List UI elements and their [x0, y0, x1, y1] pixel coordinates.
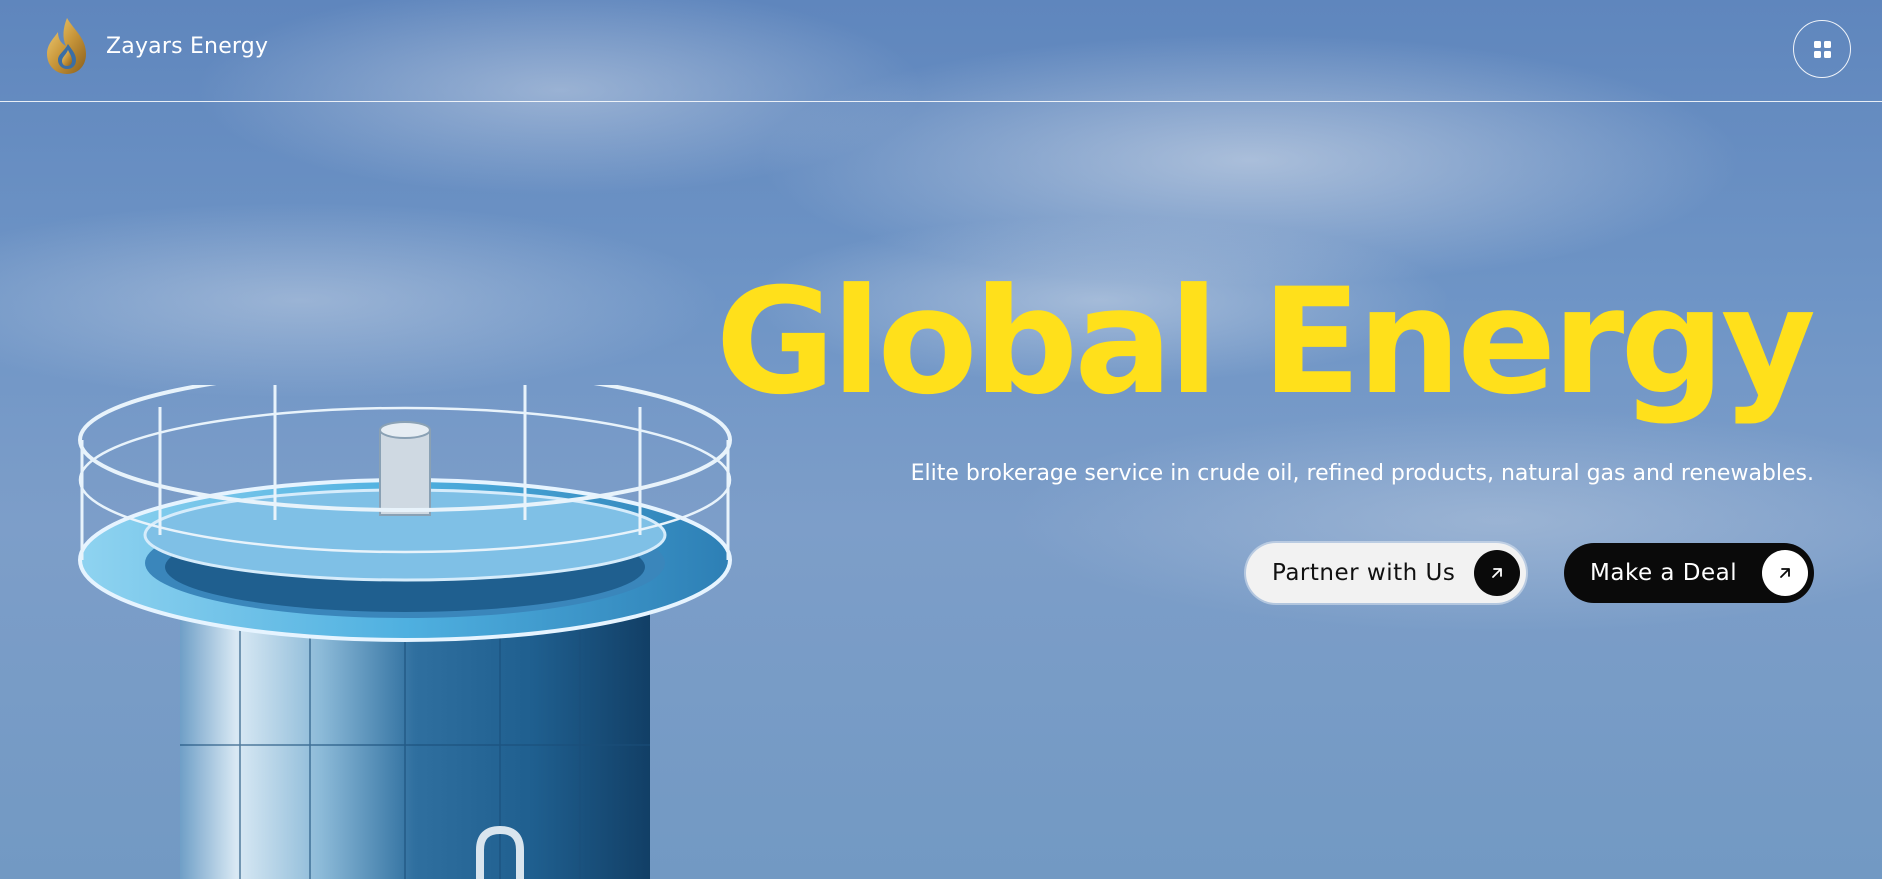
storage-tower-image [78, 385, 732, 879]
partner-with-us-button[interactable]: Partner with Us [1246, 543, 1526, 603]
flame-logo-icon [47, 18, 86, 74]
arrow-up-right-icon [1762, 550, 1808, 596]
make-a-deal-button[interactable]: Make a Deal [1564, 543, 1814, 603]
brand-name: Zayars Energy [106, 33, 269, 59]
arrow-up-right-icon [1474, 550, 1520, 596]
hero-headline: Global Energy [715, 257, 1816, 427]
site-header: Zayars Energy [0, 0, 1882, 102]
grid-menu-icon [1813, 40, 1831, 58]
home-logo-link[interactable]: Zayars Energy [42, 16, 268, 76]
menu-button[interactable] [1793, 20, 1851, 78]
deal-button-label: Make a Deal [1590, 560, 1738, 586]
partner-button-label: Partner with Us [1272, 560, 1456, 586]
hero-section: Zayars Energy Global Energy Elite broker… [0, 0, 1882, 879]
hero-subtitle: Elite brokerage service in crude oil, re… [910, 461, 1814, 486]
